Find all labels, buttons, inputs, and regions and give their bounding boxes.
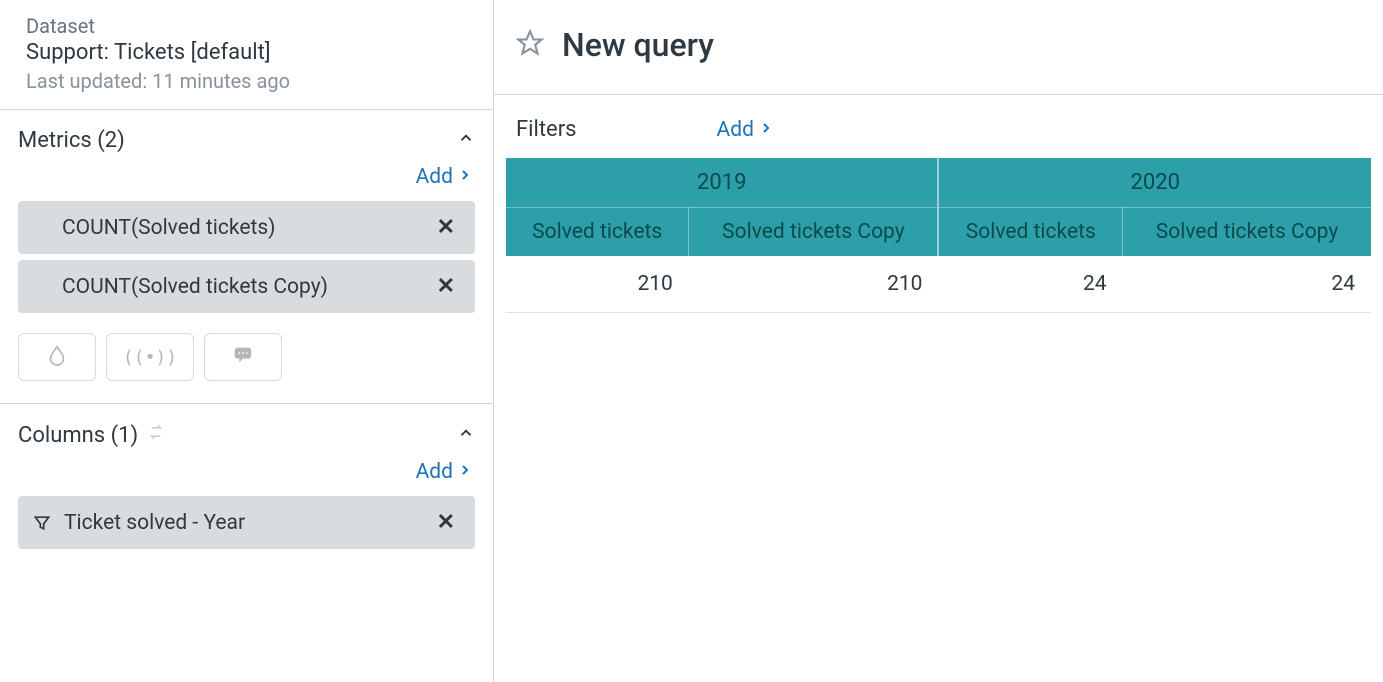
chevron-right-icon — [457, 460, 473, 484]
column-subheader: Solved tickets Copy — [1123, 208, 1371, 257]
add-metric-label: Add — [416, 165, 453, 189]
results-table: 2019 2020 Solved tickets Solved tickets … — [506, 158, 1371, 313]
metric-label: COUNT(Solved tickets) — [62, 216, 275, 240]
columns-header[interactable]: Columns (1) — [18, 422, 475, 448]
remove-column-button[interactable]: ✕ — [431, 510, 461, 535]
dataset-label: Dataset — [26, 14, 475, 38]
remove-metric-button[interactable]: ✕ — [431, 215, 461, 240]
table-row: 210 210 24 24 — [506, 256, 1371, 313]
dataset-block: Dataset Support: Tickets [default] Last … — [0, 0, 493, 110]
main-panel: New query Filters Add 2019 2020 Solved t… — [494, 0, 1383, 682]
column-chip[interactable]: Ticket solved - Year ✕ — [18, 496, 475, 549]
add-column-button[interactable]: Add — [416, 460, 473, 484]
chevron-right-icon — [457, 165, 473, 189]
live-icon: ((•)) — [123, 347, 177, 368]
chevron-up-icon — [457, 423, 475, 448]
add-metric-button[interactable]: Add — [416, 165, 473, 189]
columns-section: Columns (1) Add Ticket so — [0, 404, 493, 571]
comment-icon — [232, 344, 254, 371]
columns-title: Columns (1) — [18, 423, 138, 448]
column-label: Ticket solved - Year — [64, 511, 245, 535]
live-icon-button[interactable]: ((•)) — [106, 333, 194, 381]
metric-chip[interactable]: COUNT(Solved tickets) ✕ — [18, 201, 475, 254]
dataset-name: Support: Tickets [default] — [26, 40, 475, 65]
chevron-up-icon — [457, 128, 475, 153]
drop-icon — [46, 344, 68, 371]
chevron-right-icon — [758, 118, 774, 142]
metric-icon-row: ((•)) — [18, 333, 475, 381]
metrics-header[interactable]: Metrics (2) — [18, 128, 475, 153]
filters-bar: Filters Add — [494, 95, 1383, 158]
column-group-header: 2019 — [506, 158, 938, 208]
column-subheader: Solved tickets Copy — [689, 208, 939, 257]
sidebar: Dataset Support: Tickets [default] Last … — [0, 0, 494, 682]
table-cell: 24 — [1123, 256, 1371, 313]
results-table-wrap: 2019 2020 Solved tickets Solved tickets … — [494, 158, 1383, 313]
table-cell: 210 — [689, 256, 939, 313]
swap-icon[interactable] — [146, 422, 166, 448]
column-group-header: 2020 — [938, 158, 1371, 208]
column-subheader: Solved tickets — [938, 208, 1122, 257]
filter-icon — [32, 513, 52, 533]
remove-metric-button[interactable]: ✕ — [431, 274, 461, 299]
main-header: New query — [494, 0, 1383, 95]
table-cell: 210 — [506, 256, 689, 313]
metrics-section: Metrics (2) Add COUNT(Solved tickets) ✕ … — [0, 110, 493, 404]
metric-label: COUNT(Solved tickets Copy) — [62, 275, 328, 299]
metric-chip[interactable]: COUNT(Solved tickets Copy) ✕ — [18, 260, 475, 313]
star-icon[interactable] — [516, 29, 544, 61]
dataset-updated: Last updated: 11 minutes ago — [26, 69, 475, 93]
filters-label: Filters — [516, 117, 577, 142]
table-cell: 24 — [938, 256, 1122, 313]
column-subheader: Solved tickets — [506, 208, 689, 257]
query-title: New query — [562, 26, 714, 64]
add-filter-button[interactable]: Add — [717, 118, 774, 142]
drop-icon-button[interactable] — [18, 333, 96, 381]
add-filter-label: Add — [717, 118, 754, 142]
comment-icon-button[interactable] — [204, 333, 282, 381]
metrics-title: Metrics (2) — [18, 128, 125, 153]
add-column-label: Add — [416, 460, 453, 484]
